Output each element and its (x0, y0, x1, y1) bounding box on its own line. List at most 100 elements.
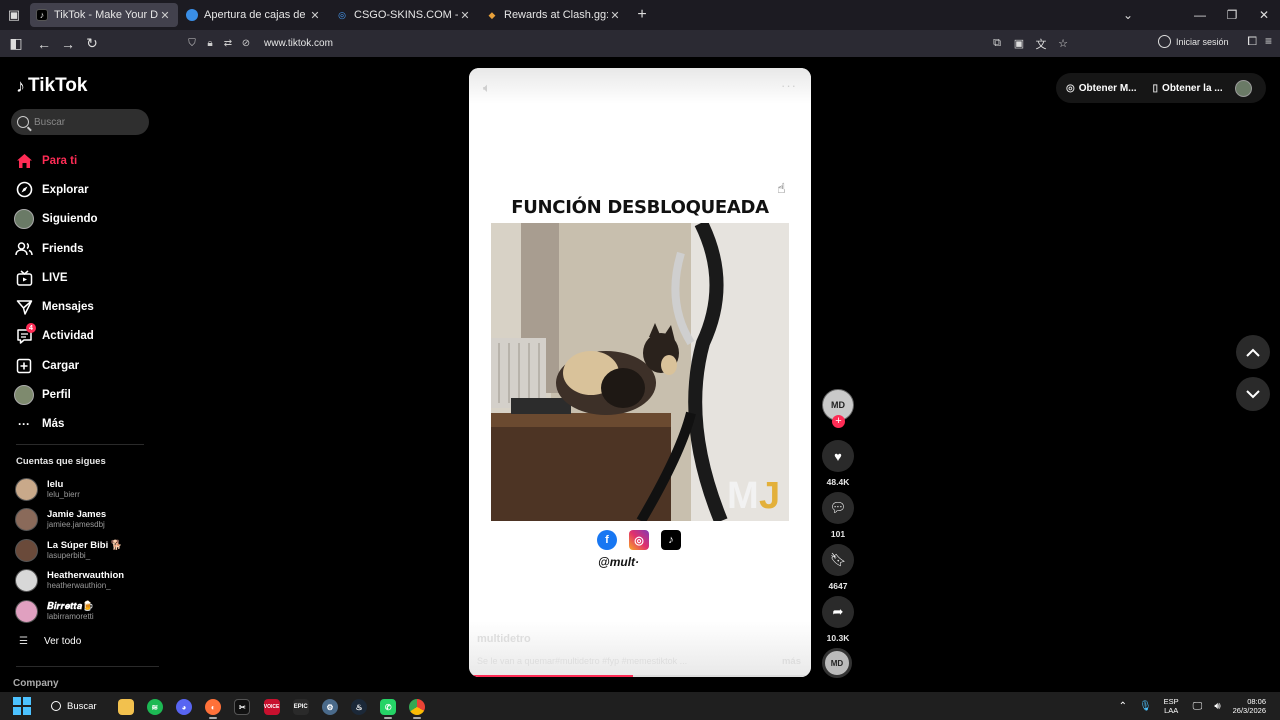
tab-list-icon[interactable]: ▣ (0, 0, 28, 30)
whatsapp-icon[interactable]: ✆ (374, 695, 403, 719)
following-account[interactable]: Heatherwauthion heatherwauthion_ (15, 566, 165, 597)
sidebar-item-label: Mensajes (42, 301, 94, 314)
following-account[interactable]: Jamie James jamiee.jamesdbj (15, 505, 165, 536)
capcut-icon[interactable]: ✂ (228, 695, 257, 719)
close-tab-icon[interactable]: ✕ (308, 9, 322, 22)
video-progress-fill (469, 675, 634, 677)
tab-overflow-icon[interactable]: ⌄ (1112, 8, 1144, 22)
url-text[interactable]: www.tiktok.com (264, 38, 333, 49)
sign-in-button[interactable]: Iniciar sesión (1158, 35, 1229, 48)
sidebar-item-perfil[interactable]: Perfil (14, 380, 159, 409)
epic-games-icon[interactable]: EPIC (286, 695, 315, 719)
following-account[interactable]: 𝑩𝒊𝒓𝒓𝒆𝒕𝒕𝒂🍺 labirramoretti (15, 596, 165, 627)
permissions-icon[interactable]: ⇄ (220, 38, 236, 49)
bookmark-star-icon[interactable]: ☆ (1054, 37, 1072, 50)
sidebar-item-cargar[interactable]: Cargar (14, 351, 159, 380)
sidebar-item-live[interactable]: LIVE (14, 263, 159, 292)
clock[interactable]: 08:06 26/3/2026 (1233, 697, 1266, 715)
taskbar-search[interactable]: Buscar (51, 701, 97, 712)
sidebar-item-friends[interactable]: Friends (14, 234, 159, 263)
tab-clash-gg[interactable]: ◆ Rewards at Clash.gg: Elevate Yo ✕ (480, 3, 628, 27)
more-options-icon[interactable]: ··· (781, 78, 797, 93)
tab-csgo-skins[interactable]: ◎ CSGO-SKINS.COM - Los mejores ✕ (330, 3, 478, 27)
file-explorer-icon[interactable] (111, 695, 140, 719)
comment-action[interactable]: 💬︎ 101 (822, 492, 854, 539)
sidebar-item-actividad[interactable]: 4 Actividad (14, 322, 159, 351)
following-account[interactable]: lelu lelu_bierr (15, 474, 165, 505)
forward-icon[interactable]: → (56, 32, 80, 56)
caption-more-button[interactable]: más (782, 656, 801, 667)
video-author[interactable]: multidetro (477, 633, 531, 645)
restore-icon[interactable]: ❐ (1216, 8, 1248, 22)
volume-icon[interactable]: 🔊︎ (1214, 701, 1220, 712)
get-app-button[interactable]: ▯ Obtener la ... (1153, 83, 1223, 94)
follow-plus-button[interactable]: + (832, 415, 845, 428)
close-tab-icon[interactable]: ✕ (458, 9, 472, 22)
minimize-icon[interactable]: — (1184, 8, 1216, 22)
search-box[interactable] (11, 109, 149, 135)
user-avatar[interactable] (1235, 80, 1252, 97)
video-handle-text: @mult· (598, 555, 640, 569)
share-icon[interactable]: ➦ (822, 596, 854, 628)
sidebar-item-explorar[interactable]: Explorar (14, 175, 159, 204)
picture-in-picture-icon[interactable]: ▣ (1010, 37, 1028, 50)
account-handle: jamiee.jamesdbj (47, 520, 105, 530)
screenshot-icon[interactable]: ⧉ (988, 37, 1006, 50)
translate-icon[interactable]: 文 (1032, 36, 1050, 52)
new-tab-button[interactable]: + (628, 6, 656, 24)
sidebar-item-mensajes[interactable]: Mensajes (14, 292, 159, 321)
video-player[interactable]: 🔈︎ ··· ☝︎ FUNCIÓN DESBLOQUEADA M J f ◎ ♪… (469, 68, 811, 677)
reload-icon[interactable]: ↻ (80, 32, 104, 56)
sidebar-item-mas[interactable]: ··· Más (14, 410, 159, 439)
shield-icon[interactable]: ⛉ (184, 38, 200, 49)
extensions-icon[interactable]: ⧠ (1247, 34, 1257, 49)
sidebar-item-siguiendo[interactable]: Siguiendo (14, 205, 159, 234)
spotify-icon[interactable]: ≋ (140, 695, 169, 719)
start-button[interactable] (13, 697, 31, 715)
main-menu: Para ti Explorar Siguiendo Friends LIVE (14, 146, 159, 439)
keyboard-layout: LAA (1164, 706, 1179, 715)
windows-taskbar: Buscar ≋ ◕ ◐ ✂ VOICE EPIC ⚙ ♨ ✆ ⌃ 🎙︎ ESP… (0, 692, 1280, 720)
show-hidden-icons-icon[interactable]: ⌃ (1119, 701, 1127, 712)
voice-app-icon[interactable]: VOICE (257, 695, 286, 719)
tiktok-logo[interactable]: ♪ TikTok (16, 75, 87, 97)
back-icon[interactable]: ← (32, 32, 56, 56)
heart-icon[interactable]: ♥ (822, 440, 854, 472)
volume-icon[interactable]: 🔈︎ (483, 80, 491, 96)
share-action[interactable]: ➦ 10.3K (822, 596, 854, 643)
sidebar-toggle-icon[interactable]: ◧ (4, 32, 28, 56)
next-video-button[interactable] (1236, 377, 1270, 411)
company-link[interactable]: Company (13, 678, 59, 689)
steam-icon[interactable]: ♨ (345, 695, 374, 719)
search-input[interactable] (34, 116, 144, 128)
settings-gear-icon[interactable]: ⚙ (315, 695, 344, 719)
tab-tiktok[interactable]: ♪ TikTok - Make Your Day ✕ (30, 3, 178, 27)
menu-icon[interactable]: ≡ (1265, 34, 1272, 49)
close-tab-icon[interactable]: ✕ (158, 9, 172, 22)
close-tab-icon[interactable]: ✕ (608, 9, 622, 22)
comment-icon[interactable]: 💬︎ (822, 492, 854, 524)
tab-csgo-cases[interactable]: Apertura de cajas de CSGO y CS ✕ (180, 3, 328, 27)
sidebar-item-para-ti[interactable]: Para ti (14, 146, 159, 175)
previous-video-button[interactable] (1236, 335, 1270, 369)
see-all-button[interactable]: ☰ Ver todo (19, 636, 81, 647)
tracking-blocked-icon[interactable]: ⊘ (238, 38, 254, 49)
save-action[interactable]: 🔖︎ 4647 (822, 544, 854, 591)
get-coins-button[interactable]: ◎ Obtener M... (1066, 83, 1137, 94)
see-all-label: Ver todo (44, 636, 82, 647)
video-top-bar (469, 68, 811, 104)
close-window-icon[interactable]: ✕ (1248, 8, 1280, 22)
microphone-icon[interactable]: 🎙︎ (1139, 701, 1152, 712)
address-bar[interactable]: ⛉ 🔒︎ ⇄ ⊘ www.tiktok.com ⧉ ▣ 文 ☆ (176, 32, 1078, 55)
phone-icon: ▯ (1152, 82, 1159, 94)
lock-icon[interactable]: 🔒︎ (202, 38, 218, 49)
bookmark-icon[interactable]: 🔖︎ (822, 544, 854, 576)
language-indicator[interactable]: ESP LAA (1164, 697, 1179, 715)
chrome-icon[interactable] (403, 695, 432, 719)
discord-icon[interactable]: ◕ (169, 695, 198, 719)
firefox-icon[interactable]: ◐ (199, 695, 228, 719)
following-account[interactable]: La Súper Bibi 🐕 lasuperbibi_ (15, 535, 165, 566)
network-icon[interactable]: 🖵︎ (1193, 701, 1203, 712)
like-action[interactable]: ♥ 48.4K (822, 440, 854, 487)
music-disc-avatar[interactable]: MD (822, 648, 852, 678)
